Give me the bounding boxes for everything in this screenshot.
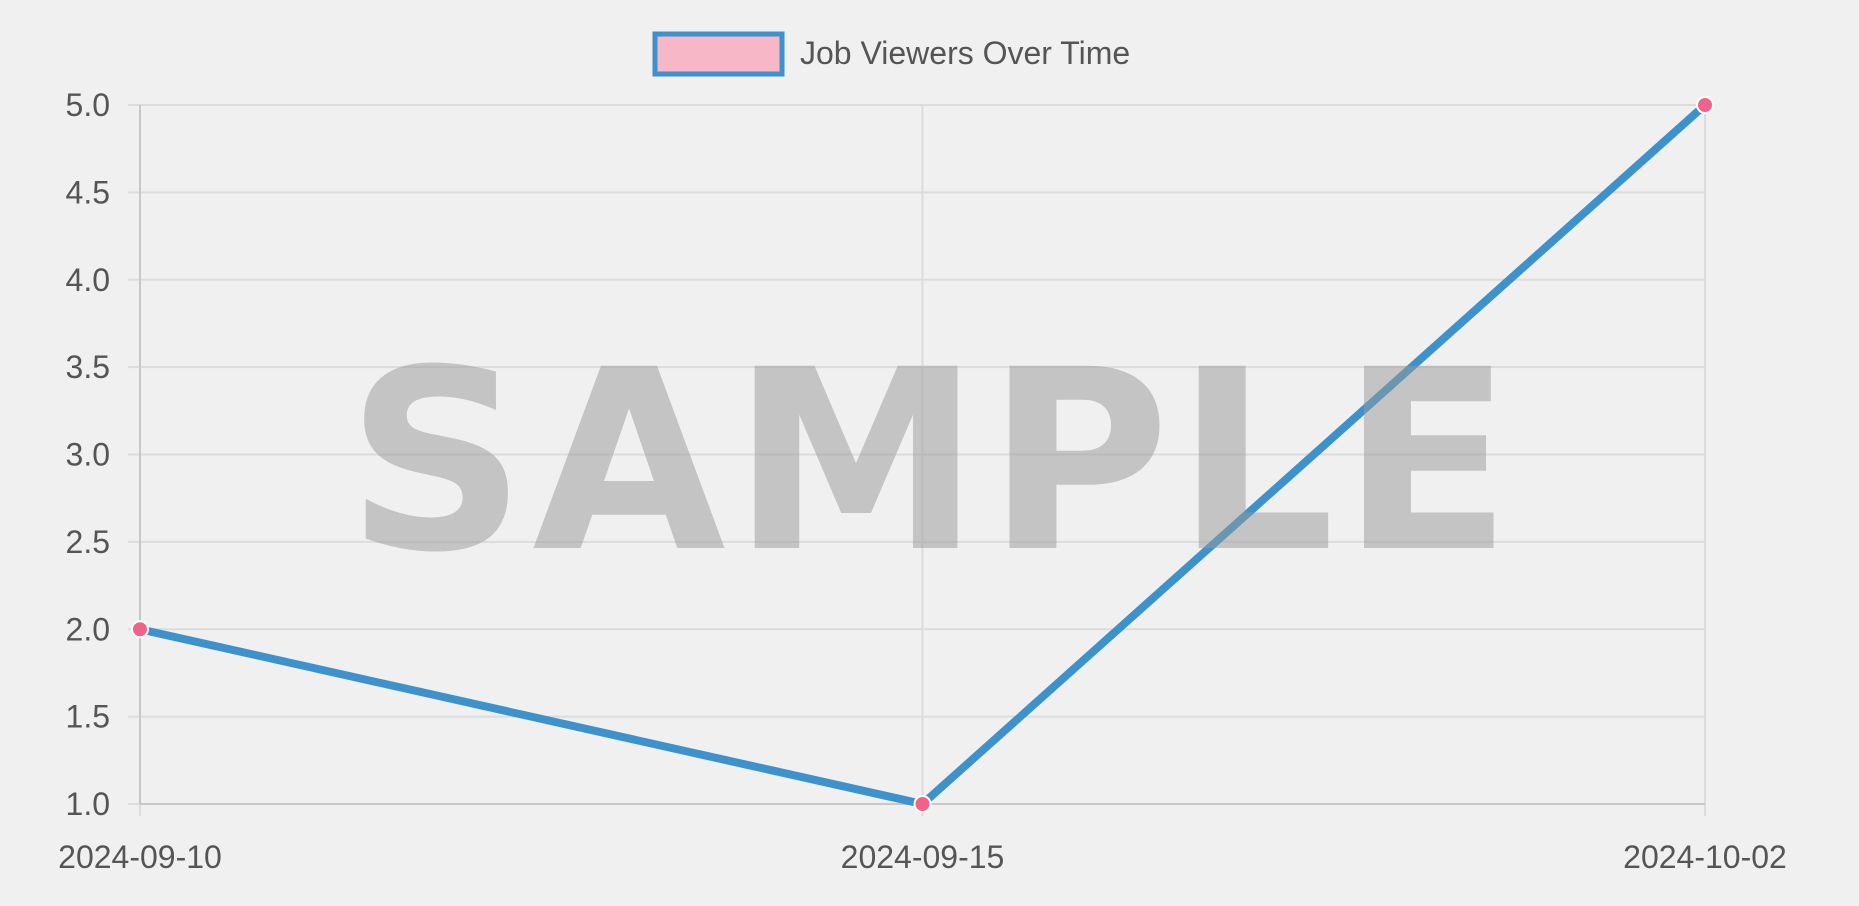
y-tick-label: 5.0	[66, 87, 110, 123]
y-tick-label: 1.0	[66, 786, 110, 822]
line-chart: 1.01.52.02.53.03.54.04.55.0 2024-09-10 20…	[58, 31, 1787, 875]
y-tick-label: 3.0	[66, 437, 110, 473]
legend[interactable]: Job Viewers Over Time	[652, 31, 1130, 77]
y-tick-label: 2.5	[66, 524, 110, 560]
legend-swatch[interactable]	[652, 31, 785, 77]
x-tick-label: 2024-10-02	[1623, 839, 1787, 875]
y-tick-label: 1.5	[66, 699, 110, 735]
data-point[interactable]	[1696, 96, 1714, 114]
y-tick-label: 4.0	[66, 262, 110, 298]
x-axis-tick-labels: 2024-09-10 2024-09-15 2024-10-02	[58, 839, 1787, 875]
sample-watermark: SAMPLE	[346, 316, 1518, 607]
legend-label: Job Viewers Over Time	[800, 35, 1130, 71]
y-tick-label: 3.5	[66, 349, 110, 385]
y-tick-label: 2.0	[66, 611, 110, 647]
data-point[interactable]	[913, 795, 932, 813]
x-tick-label: 2024-09-15	[841, 839, 1005, 875]
data-point[interactable]	[131, 620, 149, 639]
y-tick-label: 4.5	[66, 174, 110, 210]
x-tick-label: 2024-09-10	[58, 839, 222, 875]
y-axis-tick-labels: 1.0 1.5 2.0 2.5 3.0 3.5 4.0 4.5 5.0	[66, 87, 110, 822]
